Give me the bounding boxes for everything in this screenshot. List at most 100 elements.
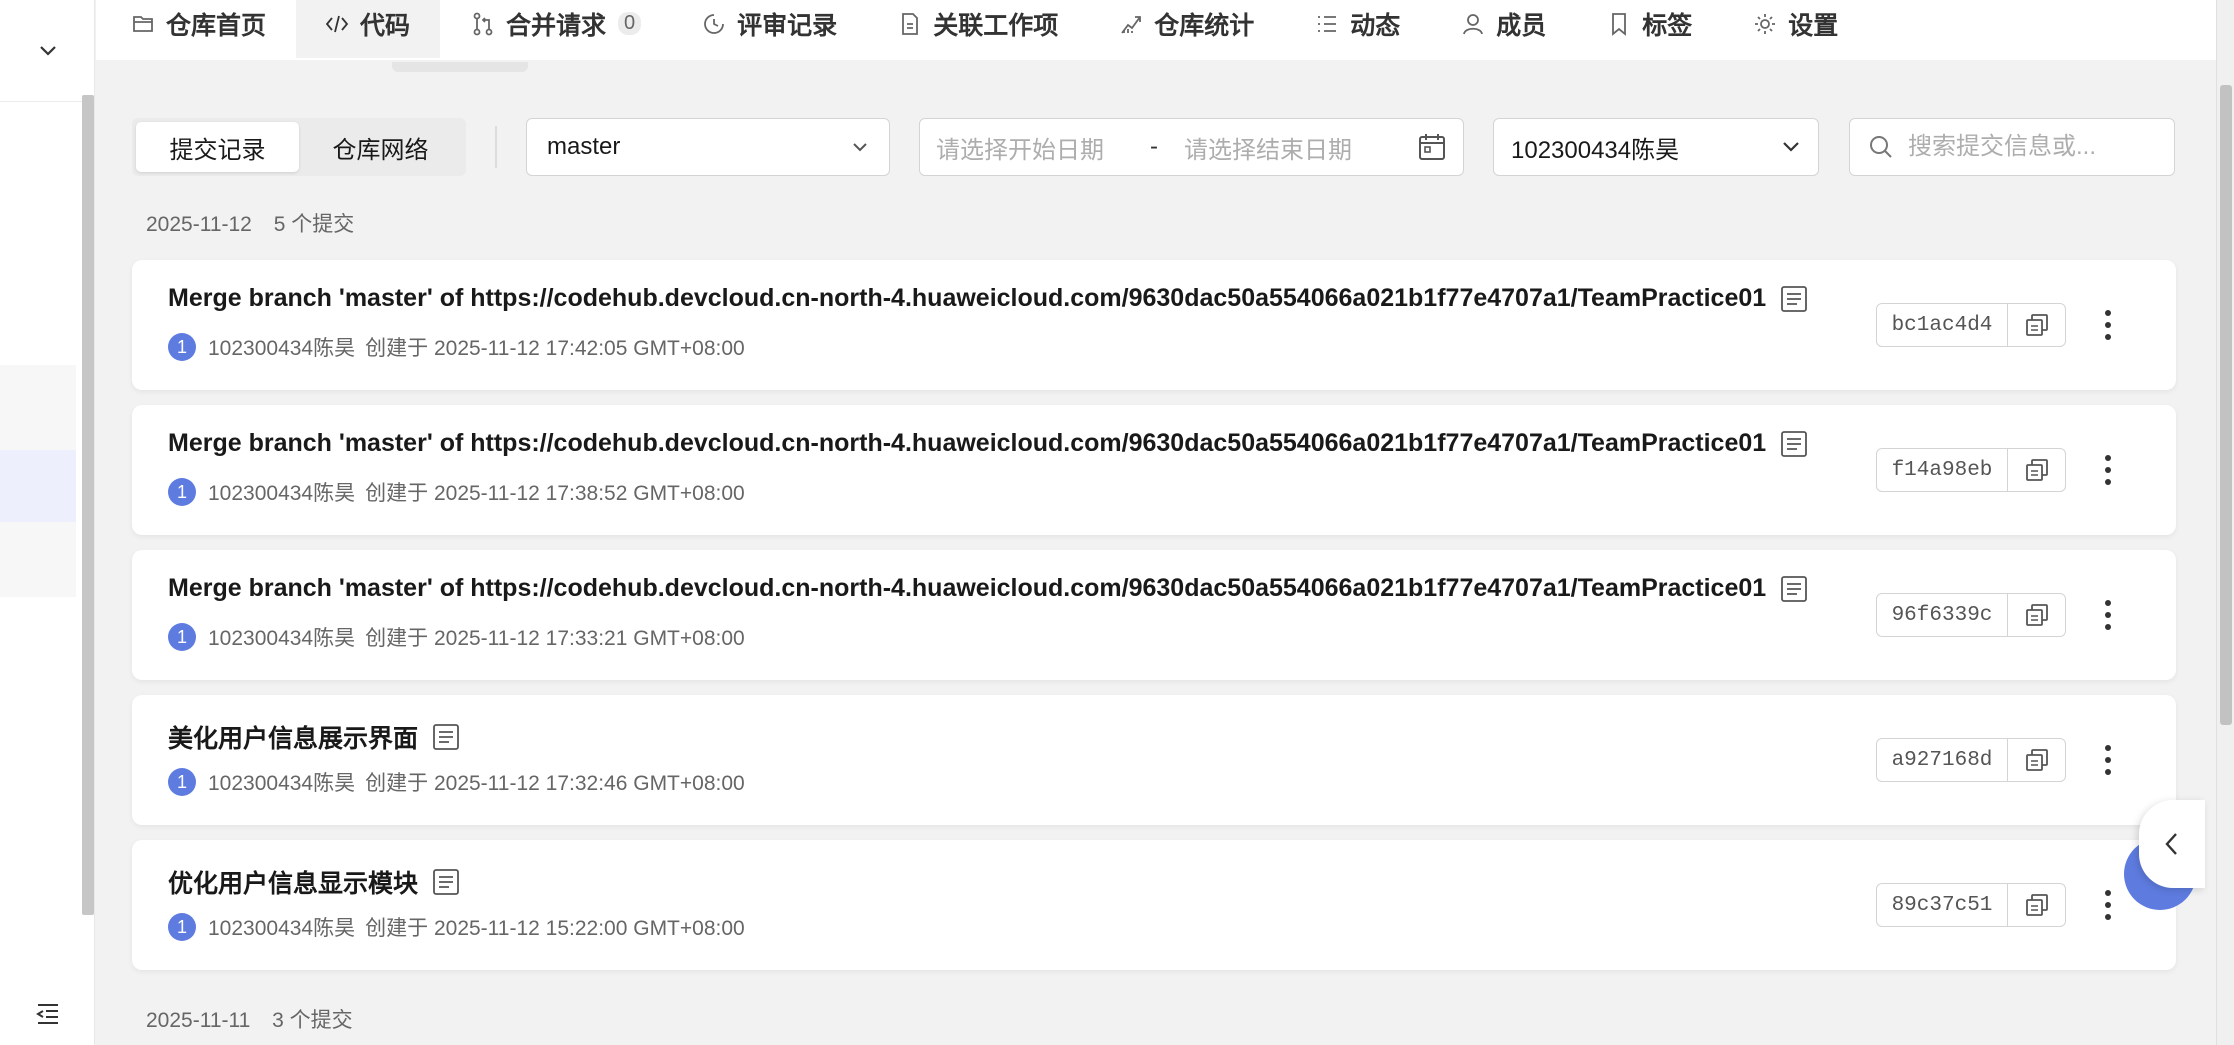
- review-icon: [701, 11, 727, 37]
- chevron-down-icon: [1783, 142, 1799, 152]
- commit-details-icon[interactable]: [1780, 285, 1808, 313]
- collapse-panel-button[interactable]: [2139, 800, 2205, 888]
- tab-repo-stats[interactable]: 仓库统计: [1088, 0, 1284, 58]
- copy-hash-button[interactable]: [2007, 884, 2065, 926]
- commit-author[interactable]: 102300434陈昊: [208, 912, 355, 942]
- commit-title[interactable]: 美化用户信息展示界面: [168, 719, 460, 755]
- date-range-picker[interactable]: 请选择开始日期 - 请选择结束日期: [919, 118, 1464, 176]
- more-icon: [2105, 310, 2111, 316]
- group-count: 5 个提交: [273, 213, 355, 236]
- more-actions-button[interactable]: [2092, 880, 2124, 930]
- tab-related-work-items[interactable]: 关联工作项: [867, 0, 1088, 58]
- commit-author[interactable]: 102300434陈昊: [208, 622, 355, 652]
- tab-settings[interactable]: 设置: [1722, 0, 1868, 58]
- tab-label: 仓库首页: [166, 11, 267, 40]
- more-icon: [2105, 890, 2111, 896]
- merge-icon: [470, 11, 496, 37]
- tab-code[interactable]: 代码: [296, 0, 441, 58]
- calendar-icon[interactable]: [1417, 132, 1447, 162]
- author-select[interactable]: 102300434陈昊: [1493, 118, 1819, 176]
- copy-hash-button[interactable]: [2007, 304, 2065, 346]
- page-scrollbar[interactable]: [2216, 0, 2234, 1045]
- avatar[interactable]: 1: [168, 478, 196, 506]
- commit-details-icon[interactable]: [432, 868, 460, 896]
- group-date: 2025-11-12: [146, 213, 252, 236]
- avatar[interactable]: 1: [168, 913, 196, 941]
- more-icon: [2105, 455, 2111, 461]
- commit-details-icon[interactable]: [432, 723, 460, 751]
- more-actions-button[interactable]: [2092, 590, 2124, 640]
- commit-title[interactable]: Merge branch 'master' of https://codehub…: [168, 429, 1808, 458]
- tab-review-records[interactable]: 评审记录: [671, 0, 867, 58]
- scrollbar-thumb[interactable]: [2220, 85, 2232, 725]
- commit-sha-group: f14a98eb: [1876, 448, 2066, 492]
- end-date-input[interactable]: 请选择结束日期: [1184, 130, 1352, 165]
- commit-time: 创建于 2025-11-12 17:32:46 GMT+08:00: [365, 772, 745, 795]
- commit-card[interactable]: 优化用户信息显示模块 1 102300434陈昊 创建于 2025-11-12 …: [132, 840, 2176, 970]
- commit-title[interactable]: 优化用户信息显示模块: [168, 864, 460, 900]
- commit-message[interactable]: Merge branch 'master' of https://codehub…: [168, 574, 1766, 603]
- commit-meta: 1 102300434陈昊 创建于 2025-11-12 17:42:05 GM…: [168, 332, 745, 362]
- commit-title[interactable]: Merge branch 'master' of https://codehub…: [168, 284, 1808, 313]
- commit-details-icon[interactable]: [1780, 575, 1808, 603]
- commit-hash-link[interactable]: a927168d: [1877, 739, 2007, 781]
- toggle-commit-history[interactable]: 提交记录: [136, 122, 299, 172]
- branch-select[interactable]: master: [526, 118, 890, 176]
- commit-card[interactable]: 美化用户信息展示界面 1 102300434陈昊 创建于 2025-11-12 …: [132, 695, 2176, 825]
- commit-card[interactable]: Merge branch 'master' of https://codehub…: [132, 550, 2176, 680]
- more-actions-button[interactable]: [2092, 735, 2124, 785]
- commit-author[interactable]: 102300434陈昊: [208, 767, 355, 797]
- search-input[interactable]: [1908, 133, 2148, 161]
- copy-hash-button[interactable]: [2007, 449, 2065, 491]
- avatar[interactable]: 1: [168, 768, 196, 796]
- commit-author[interactable]: 102300434陈昊: [208, 332, 355, 362]
- search-box[interactable]: [1849, 118, 2175, 176]
- chevron-down-icon[interactable]: [36, 39, 60, 63]
- tab-activity[interactable]: 动态: [1284, 0, 1430, 58]
- commit-hash-link[interactable]: 89c37c51: [1877, 884, 2007, 926]
- commit-message[interactable]: 美化用户信息展示界面: [168, 719, 418, 755]
- active-tab-indicator: [392, 62, 528, 72]
- commit-hash-link[interactable]: f14a98eb: [1877, 449, 2007, 491]
- avatar[interactable]: 1: [168, 623, 196, 651]
- tab-members[interactable]: 成员: [1430, 0, 1576, 58]
- copy-hash-button[interactable]: [2007, 594, 2065, 636]
- group-count: 3 个提交: [272, 1009, 353, 1032]
- commit-details-icon[interactable]: [1780, 430, 1808, 458]
- tab-label: 动态: [1350, 11, 1401, 40]
- collapse-toggle[interactable]: [0, 0, 95, 102]
- more-actions-button[interactable]: [2092, 300, 2124, 350]
- commit-card[interactable]: Merge branch 'master' of https://codehub…: [132, 405, 2176, 535]
- copy-hash-button[interactable]: [2007, 739, 2065, 781]
- commit-hash-link[interactable]: bc1ac4d4: [1877, 304, 2007, 346]
- commit-hash-link[interactable]: 96f6339c: [1877, 594, 2007, 636]
- commit-sha-group: 89c37c51: [1876, 883, 2066, 927]
- commit-message[interactable]: 优化用户信息显示模块: [168, 864, 418, 900]
- copy-icon: [2025, 894, 2048, 916]
- gear-icon: [1752, 11, 1778, 37]
- avatar[interactable]: 1: [168, 333, 196, 361]
- commit-sha-group: bc1ac4d4: [1876, 303, 2066, 347]
- commit-card[interactable]: Merge branch 'master' of https://codehub…: [132, 260, 2176, 390]
- commit-author[interactable]: 102300434陈昊: [208, 477, 355, 507]
- tab-merge-requests[interactable]: 合并请求 0: [440, 0, 671, 58]
- tab-tags[interactable]: 标签: [1576, 0, 1722, 58]
- sidebar-scrollbar[interactable]: [82, 95, 94, 915]
- start-date-input[interactable]: 请选择开始日期: [936, 130, 1104, 165]
- commit-sha-group: a927168d: [1876, 738, 2066, 782]
- sidebar-item[interactable]: [0, 522, 76, 597]
- commit-meta: 1 102300434陈昊 创建于 2025-11-12 17:32:46 GM…: [168, 767, 745, 797]
- sidebar-item[interactable]: [0, 365, 76, 450]
- indent-icon[interactable]: [34, 1001, 62, 1025]
- more-actions-button[interactable]: [2092, 445, 2124, 495]
- commit-message[interactable]: Merge branch 'master' of https://codehub…: [168, 429, 1766, 458]
- commit-message[interactable]: Merge branch 'master' of https://codehub…: [168, 284, 1766, 313]
- tab-label: 标签: [1642, 11, 1693, 40]
- collapse-sidebar-button[interactable]: [0, 980, 95, 1045]
- tab-repo-home[interactable]: 仓库首页: [130, 0, 296, 58]
- commit-title[interactable]: Merge branch 'master' of https://codehub…: [168, 574, 1808, 603]
- commit-time: 创建于 2025-11-12 17:38:52 GMT+08:00: [365, 482, 745, 505]
- toggle-repo-network[interactable]: 仓库网络: [299, 122, 462, 172]
- sidebar-item-active[interactable]: [0, 450, 76, 522]
- commit-time: 创建于 2025-11-12 15:22:00 GMT+08:00: [365, 917, 745, 940]
